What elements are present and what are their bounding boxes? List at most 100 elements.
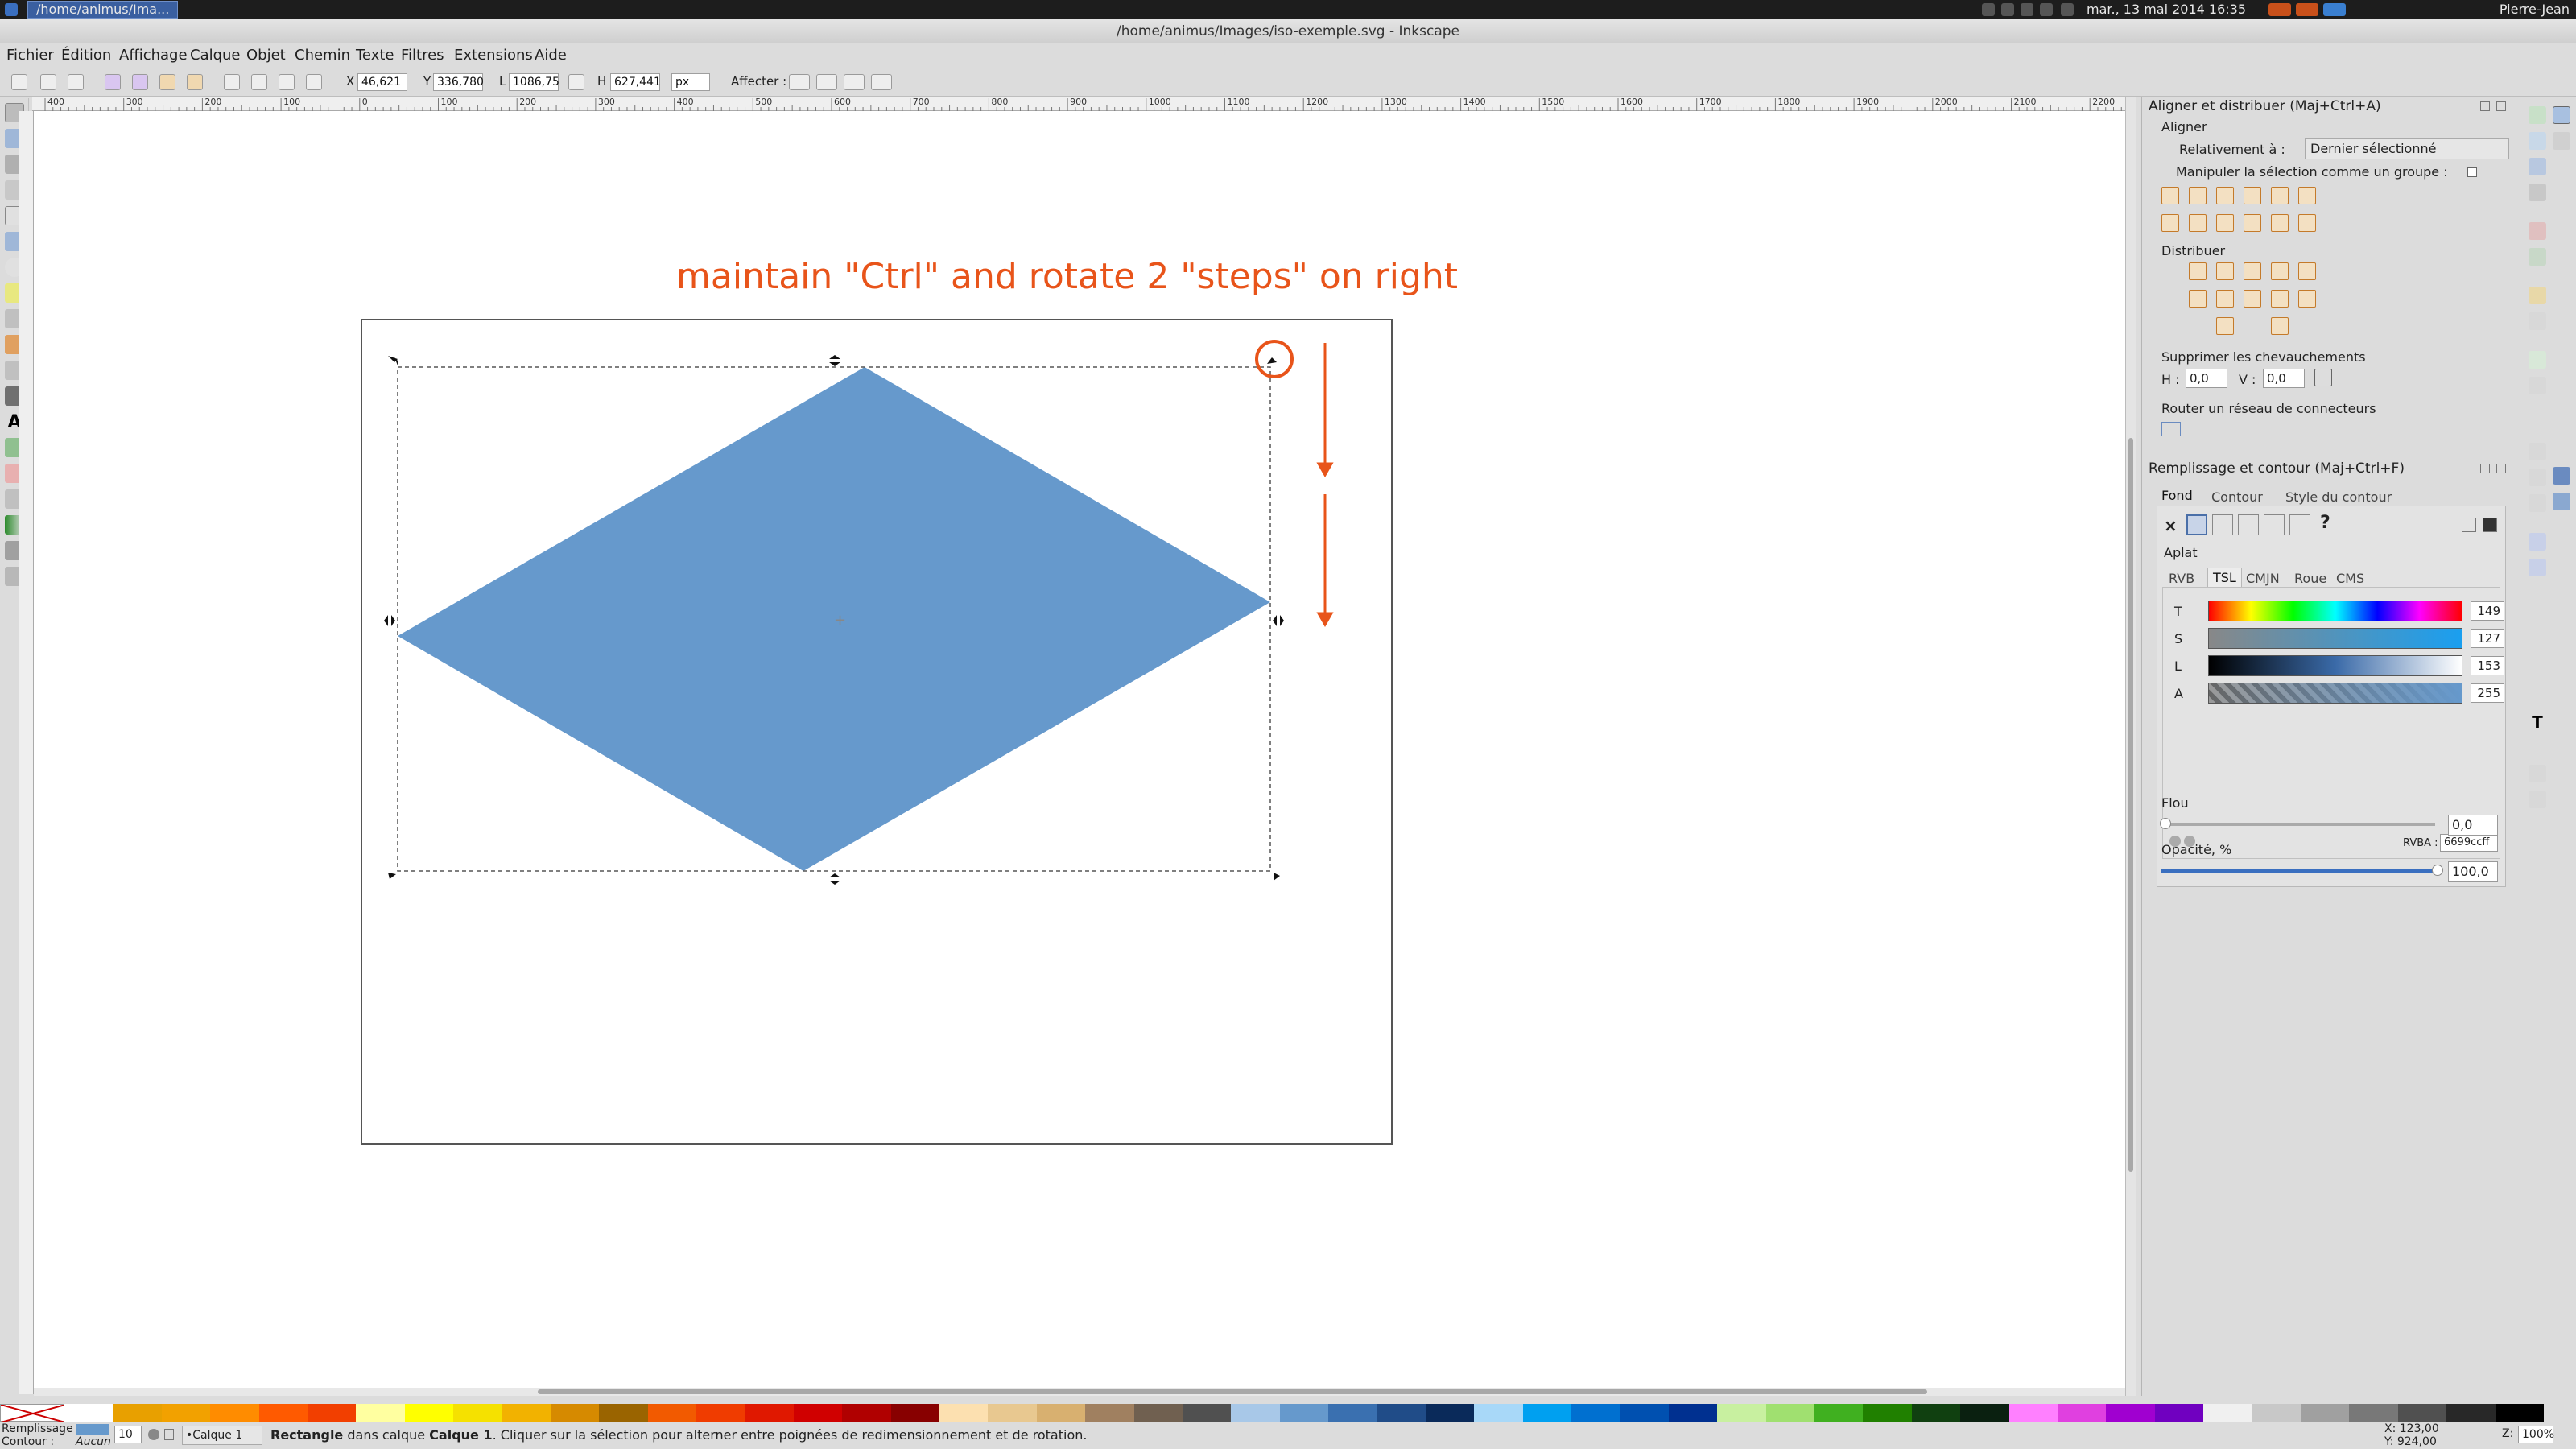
- palette-swatch[interactable]: [502, 1404, 551, 1422]
- palette-swatch[interactable]: [1522, 1404, 1572, 1422]
- palette-swatch[interactable]: [1036, 1404, 1086, 1422]
- palette-swatch[interactable]: [1474, 1404, 1523, 1422]
- tab-contour[interactable]: Contour: [2211, 489, 2263, 505]
- align-text-anchor-icon[interactable]: [2298, 187, 2316, 204]
- panel-close-icon[interactable]: [2496, 464, 2506, 473]
- saturation-field[interactable]: 127: [2471, 629, 2504, 648]
- fill-rule-evenodd-icon[interactable]: [2462, 518, 2476, 532]
- rotate-handle-icon[interactable]: [1267, 357, 1277, 364]
- palette-swatch[interactable]: [2203, 1404, 2252, 1422]
- connector-layout-icon[interactable]: [2161, 422, 2181, 436]
- palette-swatch[interactable]: [2349, 1404, 2398, 1422]
- palette-swatch[interactable]: [1279, 1404, 1329, 1422]
- align-top-icon[interactable]: [2189, 214, 2207, 232]
- stroke-indicator[interactable]: Aucun: [76, 1435, 111, 1448]
- panel-close-icon[interactable]: [2480, 101, 2490, 111]
- tab-rvb[interactable]: RVB: [2169, 571, 2194, 586]
- skew-handle-icon[interactable]: [829, 873, 840, 885]
- distribute-left-icon[interactable]: [2189, 262, 2207, 280]
- rgba-field[interactable]: 6699ccff: [2440, 834, 2498, 852]
- palette-swatch[interactable]: [1814, 1404, 1864, 1422]
- palette-swatch[interactable]: [842, 1404, 891, 1422]
- flat-color-icon[interactable]: [2186, 514, 2207, 535]
- tab-cms[interactable]: CMS: [2336, 571, 2364, 586]
- skew-handle-icon[interactable]: [1273, 615, 1284, 626]
- palette-swatch[interactable]: [1717, 1404, 1766, 1422]
- palette-swatch[interactable]: [356, 1404, 405, 1422]
- palette-swatch[interactable]: [258, 1404, 308, 1422]
- palette-swatch[interactable]: [2397, 1404, 2447, 1422]
- fill-rule-nonzero-icon[interactable]: [2483, 518, 2497, 532]
- palette-swatch[interactable]: [1571, 1404, 1620, 1422]
- text-tool-command-icon[interactable]: T: [2529, 713, 2546, 731]
- new-document-icon[interactable]: [2529, 106, 2546, 124]
- palette-swatch[interactable]: [1620, 1404, 1669, 1422]
- preferences-icon[interactable]: [2529, 791, 2546, 808]
- palette-swatch[interactable]: [599, 1404, 648, 1422]
- palette-swatch[interactable]: [113, 1404, 162, 1422]
- align-top-edge-icon[interactable]: [2271, 214, 2289, 232]
- xml-editor-icon[interactable]: [2529, 765, 2546, 782]
- relative-select[interactable]: Dernier sélectionné: [2305, 138, 2509, 159]
- palette-swatch[interactable]: [1425, 1404, 1475, 1422]
- zoom-page-icon[interactable]: [2529, 494, 2546, 512]
- alpha-field[interactable]: 255: [2471, 683, 2504, 703]
- tab-cmjn[interactable]: CMJN: [2246, 571, 2280, 586]
- distribute-gaps-v-icon[interactable]: [2271, 290, 2289, 308]
- palette-swatch[interactable]: [307, 1404, 357, 1422]
- blur-field[interactable]: 0,0: [2448, 815, 2498, 836]
- linear-gradient-icon[interactable]: [2212, 514, 2233, 535]
- print-icon[interactable]: [2529, 184, 2546, 201]
- palette-swatch[interactable]: [890, 1404, 940, 1422]
- layer-select[interactable]: •Calque 1: [182, 1426, 262, 1445]
- skew-handle-icon[interactable]: [384, 615, 395, 626]
- align-center-h-icon[interactable]: [2216, 187, 2234, 204]
- align-left-edge-icon[interactable]: [2271, 187, 2289, 204]
- horizontal-scrollbar[interactable]: [34, 1388, 2125, 1396]
- distribute-bottom-icon[interactable]: [2244, 290, 2261, 308]
- distribute-baseline-v-icon[interactable]: [2298, 290, 2316, 308]
- palette-swatch[interactable]: [2495, 1404, 2544, 1422]
- save-icon[interactable]: [2529, 158, 2546, 175]
- palette-swatch[interactable]: [2154, 1404, 2204, 1422]
- paste-icon[interactable]: [2529, 377, 2546, 394]
- palette-swatch[interactable]: [939, 1404, 989, 1422]
- tab-style-contour[interactable]: Style du contour: [2285, 489, 2392, 505]
- unset-paint-icon[interactable]: ?: [2320, 513, 2330, 533]
- palette-swatch[interactable]: [988, 1404, 1037, 1422]
- opacity-slider-knob[interactable]: [2432, 865, 2443, 876]
- palette-swatch[interactable]: [550, 1404, 600, 1422]
- overlap-v-field[interactable]: 0,0: [2263, 369, 2305, 388]
- palette-swatch[interactable]: [2008, 1404, 2058, 1422]
- redo-icon[interactable]: [2529, 312, 2546, 330]
- tab-fond[interactable]: Fond: [2161, 488, 2193, 503]
- layer-lock-icon[interactable]: [164, 1429, 174, 1440]
- align-left-icon[interactable]: [2189, 187, 2207, 204]
- radial-gradient-icon[interactable]: [2238, 514, 2259, 535]
- align-bottom-edge-icon[interactable]: [2161, 214, 2179, 232]
- layer-visibility-icon[interactable]: [148, 1429, 159, 1440]
- palette-swatch[interactable]: [1765, 1404, 1815, 1422]
- overlap-h-field[interactable]: 0,0: [2186, 369, 2227, 388]
- duplicate-icon[interactable]: [2529, 533, 2546, 551]
- palette-swatch[interactable]: [1182, 1404, 1232, 1422]
- palette-swatch[interactable]: [696, 1404, 745, 1422]
- opacity-slider[interactable]: [2161, 869, 2435, 873]
- palette-swatch[interactable]: [210, 1404, 259, 1422]
- distribute-right-icon[interactable]: [2244, 262, 2261, 280]
- no-color-swatch[interactable]: [0, 1404, 66, 1423]
- undo-icon[interactable]: [2529, 287, 2546, 304]
- swatch-icon[interactable]: [2289, 514, 2310, 535]
- palette-swatch[interactable]: [793, 1404, 843, 1422]
- palette-swatch[interactable]: [1133, 1404, 1183, 1422]
- no-paint-icon[interactable]: ×: [2164, 516, 2178, 535]
- rotate-handle-icon[interactable]: [1274, 873, 1280, 881]
- palette-swatch[interactable]: [647, 1404, 697, 1422]
- palette-swatch[interactable]: [2058, 1404, 2107, 1422]
- hue-slider[interactable]: [2208, 601, 2462, 621]
- pattern-icon[interactable]: [2264, 514, 2285, 535]
- palette-swatch[interactable]: [1328, 1404, 1377, 1422]
- import-icon[interactable]: [2529, 222, 2546, 240]
- blur-slider[interactable]: [2161, 823, 2435, 826]
- palette-swatch[interactable]: [404, 1404, 454, 1422]
